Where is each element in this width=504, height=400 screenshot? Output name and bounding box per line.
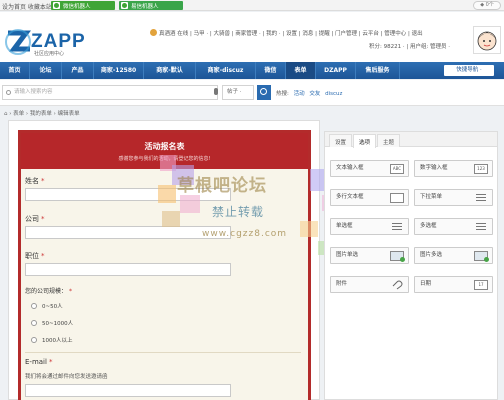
company-input[interactable] bbox=[25, 226, 231, 239]
logo-subtitle: 社区应用中心 bbox=[34, 51, 65, 57]
nav-products[interactable]: 产品 bbox=[62, 62, 94, 79]
field-email-label: E-mail * bbox=[25, 358, 53, 366]
search-type-select[interactable]: 帖子 · bbox=[222, 85, 254, 100]
textarea-icon bbox=[390, 193, 404, 203]
main-nav: 首页 论坛 产品 商家-12580 商家-默认 商家-discuz 微信 表单 … bbox=[0, 62, 504, 79]
email-hint: 我们将会通过邮件向您发送邀请函 bbox=[25, 374, 108, 380]
divider bbox=[25, 352, 301, 353]
scale-option[interactable]: 1000人以上 bbox=[31, 336, 73, 344]
logo-icon bbox=[5, 29, 31, 55]
nav-merchant-12580[interactable]: 商家-12580 bbox=[94, 62, 144, 79]
top-bar: 设为首页 收藏本站 微信机器人 易信机器人 ◆ 0个 bbox=[0, 0, 504, 11]
search-icon bbox=[6, 90, 11, 95]
attachment-field-button[interactable]: 附件 bbox=[330, 276, 409, 293]
nav-merchant-discuz[interactable]: 商家-discuz bbox=[196, 62, 256, 79]
tab-options[interactable]: 选项 bbox=[353, 134, 377, 148]
form-card: 活动报名表 感谢您参与我们的活动，请登记您的信息! 姓名 * 公司 * 职位 * 您的… bbox=[18, 130, 311, 400]
user-nav: 真酒酒 在线 | 马甲 · | 大骑兽 | 商家管理 · | 我的 · | 设置… bbox=[150, 29, 423, 37]
image-radio-icon bbox=[390, 251, 405, 262]
avatar-face-icon bbox=[477, 31, 497, 51]
checkbox-list-icon bbox=[474, 222, 488, 232]
hot-searches: 热搜: 活动 交友 discuz bbox=[276, 89, 342, 97]
nav-home[interactable]: 首页 bbox=[0, 62, 30, 79]
text-input-icon: ABC bbox=[390, 164, 404, 174]
nav-merchant-default[interactable]: 商家-默认 bbox=[144, 62, 196, 79]
coin-badge[interactable]: ◆ 0个 bbox=[473, 1, 501, 10]
radio-field-button[interactable]: 单选框 bbox=[330, 218, 409, 235]
date-field-button[interactable]: 日期 17 bbox=[414, 276, 493, 293]
user-status-icon bbox=[150, 29, 157, 36]
image-radio-field-button[interactable]: 图片单选 bbox=[330, 247, 409, 264]
nav-after-sales[interactable]: 售后服务 bbox=[356, 62, 400, 79]
radio-list-icon bbox=[390, 222, 404, 232]
top-links[interactable]: 设为首页 收藏本站 bbox=[2, 2, 52, 11]
tab-theme[interactable]: 主题 bbox=[377, 134, 401, 147]
position-input[interactable] bbox=[25, 263, 231, 276]
calendar-icon: 17 bbox=[474, 280, 488, 290]
nav-wechat[interactable]: 微信 bbox=[256, 62, 286, 79]
dropdown-icon bbox=[474, 193, 488, 203]
image-checkbox-field-button[interactable]: 图片多选 bbox=[414, 247, 493, 264]
text-input-field-button[interactable]: 文本输入框 ABC bbox=[330, 160, 409, 177]
yixin-icon bbox=[121, 2, 128, 9]
microphone-icon[interactable] bbox=[214, 88, 218, 95]
field-company-label: 公司 * bbox=[25, 215, 45, 223]
textarea-field-button[interactable]: 多行文本框 bbox=[330, 189, 409, 206]
site-header: ZAPP 社区应用中心 真酒酒 在线 | 马甲 · | 大骑兽 | 商家管理 ·… bbox=[0, 12, 504, 62]
number-input-icon: 123 bbox=[474, 164, 488, 174]
user-links[interactable]: 在线 | 马甲 · | 大骑兽 | 商家管理 · | 我的 · | 设置 | 消… bbox=[177, 31, 422, 37]
search-input[interactable]: 请输入搜索内容 bbox=[2, 85, 218, 100]
wechat-bot-label: 微信机器人 bbox=[63, 4, 91, 10]
number-input-field-button[interactable]: 数字输入框 123 bbox=[414, 160, 493, 177]
search-bar: 请输入搜索内容 帖子 · 热搜: 活动 交友 discuz bbox=[0, 80, 504, 106]
email-input[interactable] bbox=[25, 384, 231, 397]
name-input[interactable] bbox=[25, 188, 231, 201]
field-position-label: 职位 * bbox=[25, 252, 45, 260]
yixin-bot-label: 易信机器人 bbox=[131, 4, 159, 10]
paperclip-icon bbox=[390, 280, 404, 290]
search-button[interactable] bbox=[257, 85, 271, 100]
checkbox-field-button[interactable]: 多选框 bbox=[414, 218, 493, 235]
site-logo[interactable]: ZAPP 社区应用中心 bbox=[4, 27, 114, 57]
points-info[interactable]: 积分: 98221 · | 用户组: 管理员 · bbox=[369, 42, 450, 50]
hot-term-link[interactable]: 交友 bbox=[309, 91, 320, 97]
dropdown-field-button[interactable]: 下拉菜单 bbox=[414, 189, 493, 206]
nav-forum[interactable]: 论坛 bbox=[30, 62, 62, 79]
username-link[interactable]: 真酒酒 bbox=[159, 31, 176, 37]
nav-forms[interactable]: 表单 bbox=[286, 62, 316, 79]
form-preview-area: 活动报名表 感谢您参与我们的活动，请登记您的信息! 姓名 * 公司 * 职位 * 您的… bbox=[8, 120, 320, 400]
panel-tabs: 设置 选项 主题 bbox=[325, 132, 497, 148]
hot-term-link[interactable]: 活动 bbox=[294, 91, 305, 97]
form-subtitle[interactable]: 感谢您参与我们的活动，请登记您的信息! bbox=[21, 155, 308, 162]
hot-term-link[interactable]: discuz bbox=[325, 91, 342, 97]
search-placeholder: 请输入搜索内容 bbox=[14, 89, 53, 95]
field-name-label: 姓名 * bbox=[25, 177, 45, 185]
wechat-bot-button[interactable]: 微信机器人 bbox=[51, 1, 115, 10]
hot-label: 热搜: bbox=[276, 91, 289, 97]
radio-icon bbox=[31, 320, 37, 326]
scale-option[interactable]: 50~1000人 bbox=[31, 319, 73, 327]
avatar[interactable] bbox=[473, 26, 501, 54]
wechat-icon bbox=[53, 2, 60, 9]
field-scale-label: 您的公司规模： * bbox=[25, 288, 73, 295]
radio-icon bbox=[31, 303, 37, 309]
scale-option[interactable]: 0~50人 bbox=[31, 302, 63, 310]
field-palette-panel: 设置 选项 主题 文本输入框 ABC 数字输入框 123 多行文本框 下拉菜单 单选… bbox=[324, 131, 498, 400]
breadcrumb[interactable]: ⌂ › 表单 › 我的表单 › 编辑表单 bbox=[4, 109, 80, 117]
quick-nav-button[interactable]: 快捷导航 · bbox=[444, 65, 494, 76]
nav-dzapp[interactable]: DZAPP bbox=[316, 62, 356, 79]
form-header: 活动报名表 感谢您参与我们的活动，请登记您的信息! bbox=[21, 133, 308, 169]
form-title[interactable]: 活动报名表 bbox=[21, 141, 308, 152]
image-checkbox-icon bbox=[474, 251, 489, 262]
yixin-bot-button[interactable]: 易信机器人 bbox=[119, 1, 183, 10]
radio-icon bbox=[31, 337, 37, 343]
tab-settings[interactable]: 设置 bbox=[329, 134, 353, 147]
